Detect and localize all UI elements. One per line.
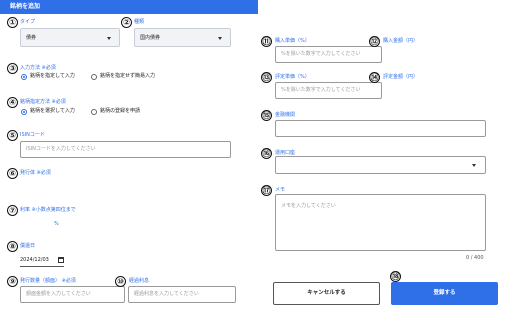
- designation-option-request[interactable]: 銘柄の登録を申請: [91, 108, 161, 116]
- maturity-label: 償還日: [20, 243, 36, 249]
- maturity-date-input[interactable]: 2024/12/03: [20, 255, 64, 267]
- submit-button[interactable]: 登録する: [391, 282, 498, 305]
- category-label: 種類: [134, 19, 145, 25]
- callout-13: ⑬: [261, 72, 272, 83]
- purchase-amount-label: 購入金額（円）: [383, 38, 419, 44]
- callout-18: ⑱: [390, 271, 401, 282]
- purchase-price-label: 購入単価（%）: [275, 38, 310, 44]
- valuation-price-input[interactable]: %を除いた数字で入力してください: [275, 82, 382, 99]
- type-label: タイプ: [20, 19, 36, 25]
- callout-1: ①: [7, 17, 18, 28]
- designation-method-label: 銘柄指定方法 ※必須: [20, 99, 66, 105]
- radio-unselected[interactable]: [91, 74, 97, 80]
- valuation-price-label: 評定単価（%）: [275, 74, 310, 80]
- memo-char-counter: 0 / 400: [466, 255, 484, 261]
- valuation-amount-label: 評定金額（円）: [383, 74, 419, 80]
- accrued-interest-label: 経過利息: [129, 278, 150, 284]
- dialog-title: 銘柄を追加: [10, 3, 41, 10]
- institution-label: 金融機関: [275, 112, 296, 118]
- category-select[interactable]: 国内債券: [134, 28, 231, 47]
- account-select[interactable]: [275, 156, 486, 174]
- issuer-label: 発行体 ※必須: [20, 170, 51, 176]
- callout-12: ⑫: [369, 36, 380, 47]
- callout-16: ⑯: [261, 148, 272, 159]
- rate-unit: %: [54, 221, 59, 227]
- rate-label: 利率 ※小数点第四位まで: [20, 207, 76, 213]
- cancel-button[interactable]: キャンセルする: [273, 282, 380, 305]
- radio-selected[interactable]: [21, 109, 27, 115]
- type-select[interactable]: 債券: [20, 28, 120, 47]
- chevron-down-icon: [472, 164, 476, 167]
- category-select-value: 国内債券: [140, 35, 161, 41]
- callout-8: ⑧: [7, 241, 18, 252]
- accrued-interest-input[interactable]: 経過利息を入力してください: [128, 286, 236, 303]
- type-select-value: 債券: [26, 35, 37, 41]
- chevron-down-icon: [107, 37, 111, 40]
- purchase-price-input[interactable]: %を除いた数字で入力してください: [275, 46, 382, 63]
- radio-unselected[interactable]: [91, 109, 97, 115]
- callout-3: ③: [7, 63, 18, 74]
- isin-input[interactable]: ISINコードを入力してください: [20, 141, 231, 158]
- memo-textarea[interactable]: メモを入力してください: [275, 194, 486, 251]
- radio-selected[interactable]: [21, 74, 27, 80]
- callout-2: ②: [121, 17, 132, 28]
- callout-11: ⑪: [261, 36, 272, 47]
- callout-5: ⑤: [7, 130, 18, 141]
- input-method-label: 入力方法 ※必須: [20, 65, 56, 71]
- designation-option-select[interactable]: 銘柄を選択して入力: [21, 108, 91, 116]
- memo-label: メモ: [275, 187, 286, 193]
- callout-6: ⑥: [7, 168, 18, 179]
- chevron-down-icon: [218, 37, 222, 40]
- callout-9: ⑨: [7, 276, 18, 287]
- callout-7: ⑦: [7, 205, 18, 216]
- quantity-label: 発行数量（額面） ※必須: [20, 278, 76, 284]
- callout-15: ⑮: [261, 110, 272, 121]
- calendar-icon[interactable]: [58, 257, 64, 263]
- institution-input[interactable]: [275, 120, 486, 137]
- callout-10: ⑩: [115, 276, 126, 287]
- quantity-input[interactable]: 額面金額を入力してください: [20, 286, 125, 303]
- callout-4: ④: [7, 97, 18, 108]
- input-method-option-simple[interactable]: 銘柄を指定せず簡易入力: [91, 73, 171, 81]
- callout-14: ⑭: [369, 72, 380, 83]
- isin-label: ISINコード: [20, 132, 45, 138]
- callout-17: ⑰: [261, 185, 272, 196]
- input-method-option-specify[interactable]: 銘柄を指定して入力: [21, 73, 91, 81]
